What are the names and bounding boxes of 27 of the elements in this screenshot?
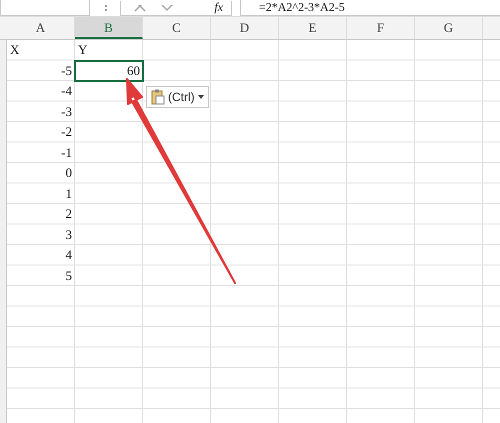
table-cell-text: -4: [60, 82, 73, 100]
table-cell-text: Y: [77, 41, 88, 59]
column-header[interactable]: E: [279, 17, 347, 39]
table-cell-text: 4: [64, 246, 73, 264]
table-cell-text: -2: [60, 123, 73, 141]
table-cell-text: -3: [60, 102, 73, 120]
caret-icon: [198, 95, 204, 99]
column-header[interactable]: F: [347, 17, 415, 39]
clipboard-icon: [151, 89, 165, 105]
table-cell-text: 5: [64, 266, 73, 284]
table-cell-text: -1: [60, 144, 73, 162]
table-cell-text: 2: [64, 205, 73, 223]
column-header[interactable]: D: [211, 17, 279, 39]
paste-options-button[interactable]: (Ctrl): [146, 86, 209, 108]
formula-field[interactable]: =2*A2^2-3*A2-5: [240, 0, 500, 16]
table-cell-text: X: [9, 41, 20, 59]
table-cell-text: 0: [64, 164, 73, 182]
table-cell-text: -5: [60, 62, 73, 80]
function-button[interactable]: fx: [214, 1, 223, 13]
table-cell-text: 1: [64, 184, 73, 202]
column-header[interactable]: B: [75, 17, 143, 39]
column-header[interactable]: C: [143, 17, 211, 39]
column-header[interactable]: G: [415, 17, 483, 39]
selected-cell[interactable]: 60: [75, 60, 143, 81]
table-cell-text: 3: [64, 226, 73, 244]
name-box[interactable]: [0, 0, 90, 16]
more-icon[interactable]: [104, 4, 108, 12]
